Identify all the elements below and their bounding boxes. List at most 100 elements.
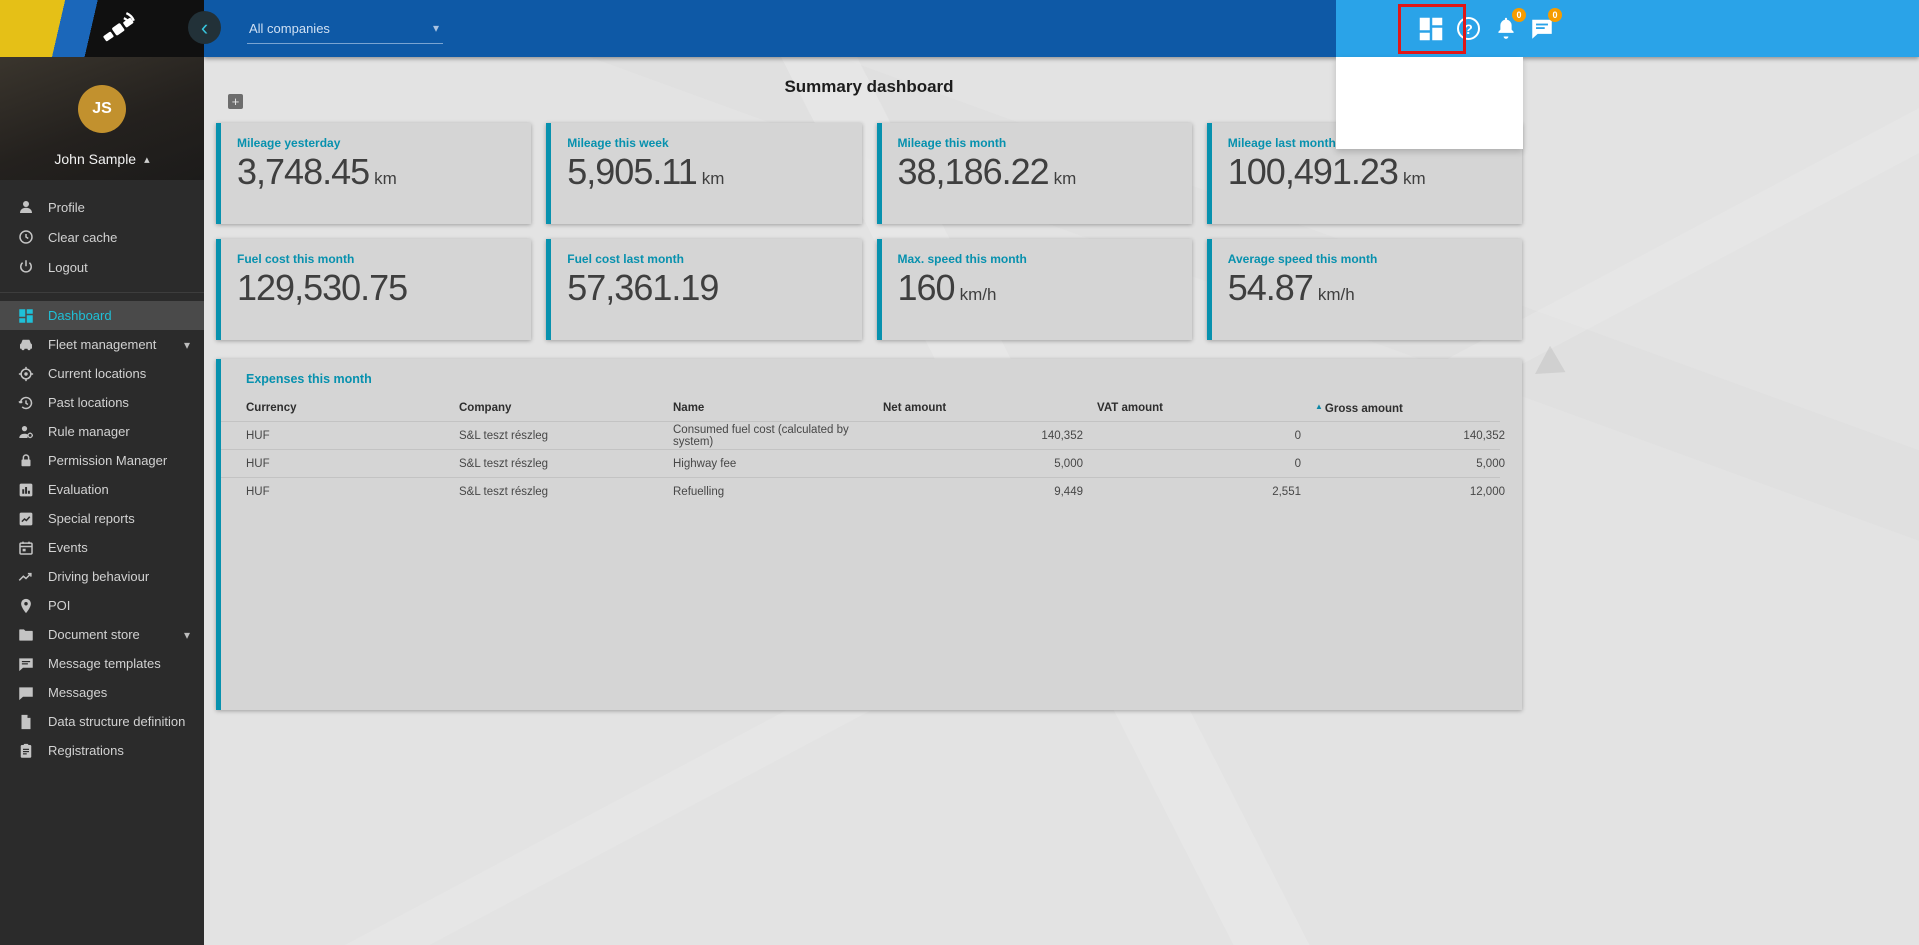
sidebar-item-data-structure-definition[interactable]: Data structure definition [0,707,204,736]
sidebar-item-registrations[interactable]: Registrations [0,736,204,765]
gps-target-icon [17,365,35,383]
chevron-up-icon: ▴ [144,153,150,166]
table-row[interactable]: HUF S&L teszt részleg Consumed fuel cost… [221,421,1500,449]
kpi-row-2: Fuel cost this month 129,530.75 Fuel cos… [216,239,1522,340]
cell-name: Refuelling [673,486,883,498]
sidebar-item-dashboard[interactable]: Dashboard [0,301,204,330]
menu-item-profile[interactable]: Profile [0,192,204,222]
person-icon [17,198,35,216]
user-name: John Sample [54,151,136,167]
cell-vat-amount: 0 [1097,430,1315,442]
table-row[interactable]: HUF S&L teszt részleg Refuelling 9,449 2… [221,477,1500,505]
sidebar-item-label: Dashboard [48,308,112,323]
sidebar-item-label: Message templates [48,656,161,671]
kpi-card-mileage-yesterday: Mileage yesterday 3,748.45km [216,123,531,224]
table-row[interactable]: HUF S&L teszt részleg Highway fee 5,000 … [221,449,1500,477]
sidebar-item-past-locations[interactable]: Past locations [0,388,204,417]
kpi-label: Average speed this month [1228,252,1506,266]
cell-vat-amount: 0 [1097,458,1315,470]
sidebar-item-evaluation[interactable]: Evaluation [0,475,204,504]
kpi-label: Fuel cost this month [237,252,515,266]
sidebar-item-poi[interactable]: POI [0,591,204,620]
sidebar-item-label: Past locations [48,395,129,410]
cell-net-amount: 5,000 [883,458,1097,470]
menu-item-label: Profile [48,200,85,215]
cell-currency: HUF [246,486,459,498]
user-menu-toggle[interactable]: John Sample ▴ [0,151,204,167]
sidebar-item-label: Events [48,540,88,555]
sidebar-item-label: Registrations [48,743,124,758]
menu-item-logout[interactable]: Logout [0,252,204,282]
kpi-unit: km [1054,169,1077,188]
sidebar-item-fleet-management[interactable]: Fleet management ▾ [0,330,204,359]
sidebar-item-messages[interactable]: Messages [0,678,204,707]
kpi-value: 100,491.23 [1228,151,1398,192]
calendar-icon [17,539,35,557]
column-header-vat-amount[interactable]: VAT amount [1097,402,1315,414]
column-header-company[interactable]: Company [459,402,673,414]
assignment-icon [17,742,35,760]
cell-gross-amount: 140,352 [1315,430,1505,442]
sidebar-item-label: Data structure definition [48,714,185,729]
chevron-down-icon: ▾ [433,21,439,35]
column-header-net-amount[interactable]: Net amount [883,402,1097,414]
column-header-gross-amount[interactable]: ▲Gross amount [1315,402,1505,415]
column-header-name[interactable]: Name [673,402,883,414]
sidebar-item-rule-manager[interactable]: Rule manager [0,417,204,446]
sidebar-item-permission-manager[interactable]: Permission Manager [0,446,204,475]
chevron-down-icon: ▾ [184,628,190,642]
kpi-unit: km [374,169,397,188]
sidebar-item-label: Permission Manager [48,453,167,468]
sidebar-item-label: Driving behaviour [48,569,149,584]
kpi-card-fuel-cost-last-month: Fuel cost last month 57,361.19 [546,239,861,340]
notifications-badge: 0 [1512,8,1526,22]
sidebar-item-document-store[interactable]: Document store ▾ [0,620,204,649]
cell-net-amount: 9,449 [883,486,1097,498]
sidebar-item-label: Rule manager [48,424,130,439]
kpi-card-average-speed-this-month: Average speed this month 54.87 km/h [1207,239,1522,340]
messages-badge: 0 [1548,8,1562,22]
kpi-value: 54.87 [1228,267,1313,308]
page-title: Summary dashboard [216,57,1522,97]
sidebar-item-driving-behaviour[interactable]: Driving behaviour [0,562,204,591]
kpi-row-1: Mileage yesterday 3,748.45km Mileage thi… [216,123,1522,224]
kpi-label: Mileage this week [567,136,845,150]
file-icon [17,713,35,731]
kpi-value: 57,361.19 [567,267,718,308]
lock-icon [17,452,35,470]
company-filter-select[interactable]: All companies ▾ [247,13,443,44]
kpi-value: 129,530.75 [237,267,407,308]
map-background-arrow [1535,346,1573,386]
sidebar-item-special-reports[interactable]: Special reports [0,504,204,533]
sidebar-item-label: Evaluation [48,482,109,497]
kpi-unit: km [702,169,725,188]
sidebar-item-label: Special reports [48,511,135,526]
menu-item-label: Logout [48,260,88,275]
menu-item-clear-cache[interactable]: Clear cache [0,222,204,252]
main-navigation: Dashboard Fleet management ▾ Current loc… [0,301,204,765]
kpi-value: 5,905.11 [567,151,696,192]
map-pin-icon [17,597,35,615]
expenses-title: Expenses this month [221,372,1500,386]
dashboard-icon [17,307,35,325]
sidebar-item-label: POI [48,598,70,613]
avatar[interactable]: JS [78,85,126,133]
chat-icon [17,684,35,702]
tutorial-spotlight [1336,57,1523,149]
kpi-unit: km/h [1318,285,1355,304]
sidebar-item-events[interactable]: Events [0,533,204,562]
kpi-card-fuel-cost-this-month: Fuel cost this month 129,530.75 [216,239,531,340]
kpi-label: Mileage this month [898,136,1176,150]
kpi-label: Mileage yesterday [237,136,515,150]
collapse-sidebar-button[interactable]: ‹ [188,11,221,44]
sidebar-item-current-locations[interactable]: Current locations [0,359,204,388]
avatar-initials: JS [92,100,112,118]
menu-item-label: Clear cache [48,230,117,245]
column-header-currency[interactable]: Currency [246,402,459,414]
account-menu: Profile Clear cache Logout [0,180,204,282]
cell-name: Consumed fuel cost (calculated by system… [673,424,883,448]
user-panel: JS John Sample ▴ [0,57,204,180]
sidebar-item-message-templates[interactable]: Message templates [0,649,204,678]
kpi-value: 160 [898,267,955,308]
sort-ascending-icon: ▲ [1315,402,1323,411]
